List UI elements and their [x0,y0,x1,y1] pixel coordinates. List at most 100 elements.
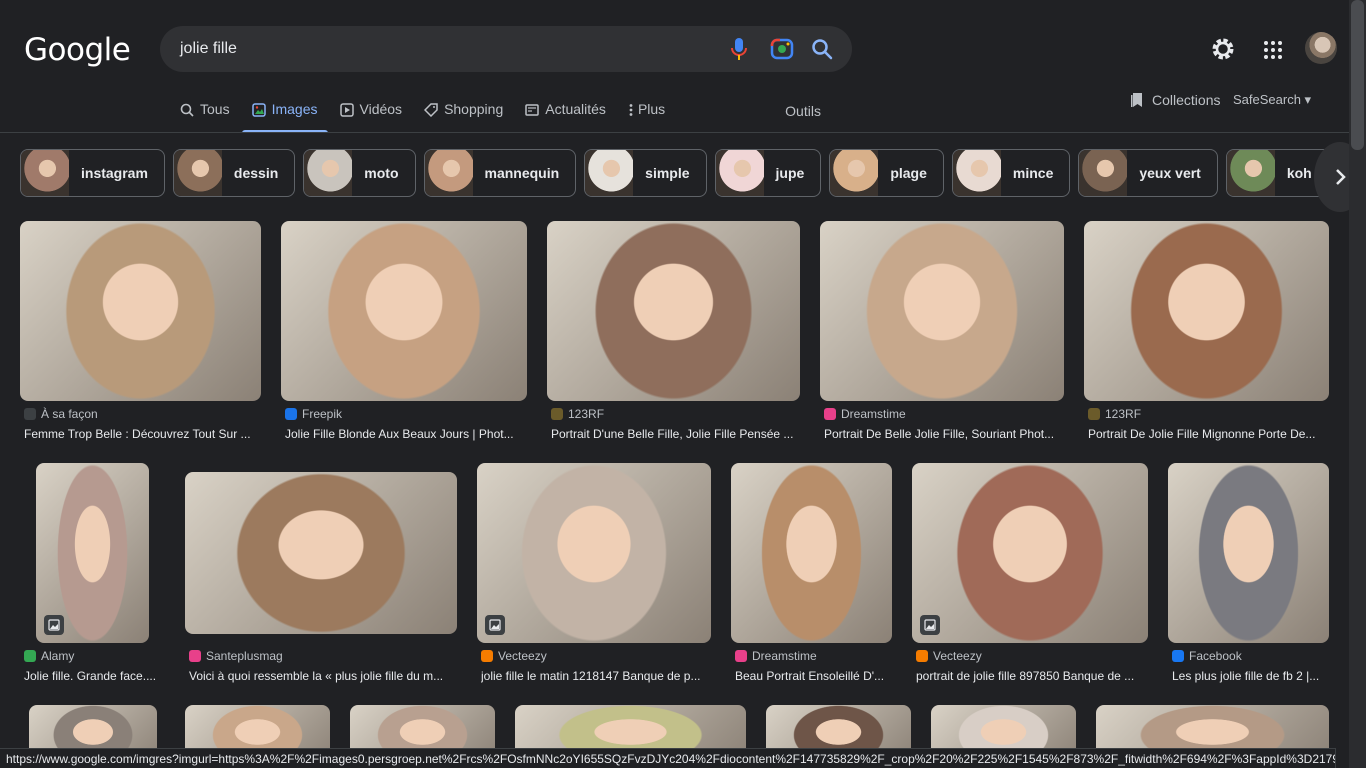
image-result[interactable]: Alamy Jolie fille. Grande face.... [20,463,165,703]
account-avatar[interactable] [1305,32,1337,64]
result-thumbnail[interactable] [281,221,527,401]
scrollbar-thumb[interactable] [1351,0,1364,150]
result-source[interactable]: Santeplusmag [189,649,283,663]
chip-thumbnail [424,150,473,196]
collections-label: Collections [1152,92,1221,108]
chip-mannequin[interactable]: mannequin [423,149,577,197]
result-caption[interactable]: Portrait D'une Belle Fille, Jolie Fille … [551,427,798,441]
result-source[interactable]: Dreamstime [824,407,906,421]
chip-label: moto [364,165,399,181]
chip-thumbnail [173,150,222,196]
tab-images[interactable]: Images [241,101,328,133]
result-thumbnail[interactable] [1168,463,1329,643]
result-thumbnail[interactable] [477,463,711,643]
tab-videos[interactable]: Vidéos [339,101,402,133]
result-thumbnail[interactable] [20,221,261,401]
chip-label: simple [645,165,690,181]
chip-jupe[interactable]: jupe [714,149,822,197]
source-name: 123RF [1105,407,1142,421]
result-caption[interactable]: jolie fille le matin 1218147 Banque de p… [481,669,709,683]
tab-outils[interactable]: Outils [785,103,821,135]
result-caption[interactable]: Jolie Fille Blonde Aux Beaux Jours | Pho… [285,427,525,441]
tab-shopping[interactable]: Shopping [424,101,503,133]
result-thumbnail[interactable] [185,472,457,634]
result-caption[interactable]: Jolie fille. Grande face.... [24,669,163,683]
source-favicon-icon [916,650,928,662]
source-name: Dreamstime [752,649,817,663]
result-caption[interactable]: Les plus jolie fille de fb 2 |... [1172,669,1327,683]
search-box[interactable]: jolie fille [160,26,852,72]
image-result[interactable]: 123RF Portrait De Jolie Fille Mignonne Po… [1084,221,1329,461]
tab-label: Outils [785,103,821,119]
chip-label: dessin [233,165,279,181]
image-result[interactable]: Vecteezy jolie fille le matin 1218147 Ban… [477,463,711,703]
source-favicon-icon [24,650,36,662]
result-source[interactable]: Dreamstime [735,649,817,663]
result-source[interactable]: Freepik [285,407,342,421]
source-name: Freepik [302,407,343,421]
image-badge-icon [44,615,64,635]
result-thumbnail[interactable] [547,221,800,401]
related-chips: instagram dessin moto mannequin simple jupe pl… [20,149,1340,197]
result-thumbnail[interactable] [912,463,1148,643]
result-caption[interactable]: portrait de jolie fille 897850 Banque de… [916,669,1146,683]
result-caption[interactable]: Beau Portrait Ensoleillé D'... [735,669,890,683]
image-badge-icon [485,615,505,635]
microphone-icon[interactable] [730,37,748,61]
settings-gear-icon[interactable] [1210,36,1236,62]
chip-simple[interactable]: simple [584,149,707,197]
image-result[interactable]: Vecteezy portrait de jolie fille 897850 B… [912,463,1148,703]
chip-moto[interactable]: moto [303,149,416,197]
result-caption[interactable]: Femme Trop Belle : Découvrez Tout Sur ..… [24,427,259,441]
result-source[interactable]: Facebook [1172,649,1242,663]
image-result[interactable]: Dreamstime Portrait De Belle Jolie Fille,… [820,221,1064,461]
tab-actualites[interactable]: Actualités [525,101,606,133]
result-source[interactable]: Vecteezy [481,649,547,663]
image-badge-icon [920,615,940,635]
tab-plus[interactable]: Plus [628,101,665,133]
chip-instagram[interactable]: instagram [20,149,165,197]
result-thumbnail[interactable] [1084,221,1329,401]
result-source[interactable]: Alamy [24,649,74,663]
result-thumbnail[interactable] [731,463,892,643]
google-lens-icon[interactable] [770,38,794,60]
tab-label: Tous [200,101,230,117]
image-result[interactable]: Facebook Les plus jolie fille de fb 2 |..… [1168,463,1329,703]
collections-link[interactable]: Collections [1130,92,1220,108]
apps-grid-icon[interactable] [1263,40,1283,60]
chip-thumbnail [715,150,764,196]
image-result[interactable]: Santeplusmag Voici à quoi ressemble la « … [185,463,457,703]
result-source[interactable]: À sa façon [24,407,98,421]
result-source[interactable]: 123RF [551,407,604,421]
status-url: https://www.google.com/imgres?imgurl=htt… [0,748,1336,768]
chip-thumbnail [304,150,353,196]
result-caption[interactable]: Voici à quoi ressemble la « plus jolie f… [189,669,455,683]
chip-mince[interactable]: mince [951,149,1071,197]
safesearch-dropdown[interactable]: SafeSearch ▾ [1233,92,1311,108]
tag-icon [424,103,438,117]
chip-plage[interactable]: plage [829,149,944,197]
source-name: Santeplusmag [206,649,283,663]
source-favicon-icon [285,408,297,420]
search-icon[interactable] [810,37,834,61]
chip-dessin[interactable]: dessin [172,149,296,197]
result-source[interactable]: 123RF [1088,407,1141,421]
header-divider [0,132,1366,133]
chip-yeux-vert[interactable]: yeux vert [1078,149,1218,197]
image-result[interactable]: Dreamstime Beau Portrait Ensoleillé D'... [731,463,892,703]
source-favicon-icon [824,408,836,420]
tab-label: Shopping [444,101,504,117]
result-source[interactable]: Vecteezy [916,649,982,663]
source-name: 123RF [568,407,605,421]
source-name: À sa façon [41,407,98,421]
image-result[interactable]: 123RF Portrait D'une Belle Fille, Jolie F… [547,221,800,461]
image-result[interactable]: Freepik Jolie Fille Blonde Aux Beaux Jour… [281,221,527,461]
result-thumbnail[interactable] [820,221,1064,401]
google-logo[interactable]: Google [24,32,131,68]
tab-tous[interactable]: Tous [180,101,230,133]
image-result[interactable]: À sa façon Femme Trop Belle : Découvrez T… [20,221,261,461]
result-caption[interactable]: Portrait De Belle Jolie Fille, Souriant … [824,427,1062,441]
result-caption[interactable]: Portrait De Jolie Fille Mignonne Porte D… [1088,427,1327,441]
search-input[interactable]: jolie fille [180,40,237,58]
chip-thumbnail [585,150,634,196]
